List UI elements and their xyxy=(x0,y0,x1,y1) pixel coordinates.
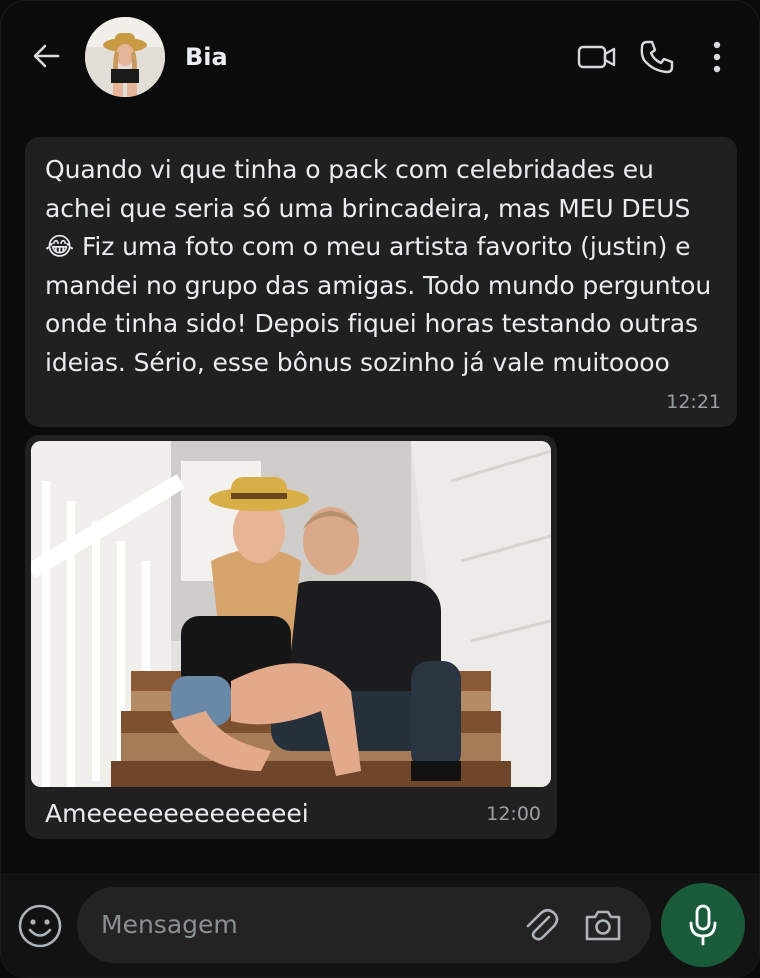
message-input[interactable]: Mensagem xyxy=(77,887,651,963)
emoji-icon[interactable] xyxy=(17,903,63,949)
mic-icon xyxy=(689,904,717,946)
message-list: Quando vi que tinha o pack com celebrida… xyxy=(1,113,759,873)
camera-icon[interactable] xyxy=(583,907,623,943)
more-options-icon[interactable] xyxy=(703,37,731,77)
video-call-icon[interactable] xyxy=(576,39,618,75)
back-arrow-icon[interactable] xyxy=(29,39,63,73)
message-time: 12:21 xyxy=(666,391,721,413)
message-input-placeholder[interactable]: Mensagem xyxy=(101,910,238,939)
contact-name[interactable]: Bia xyxy=(185,43,228,71)
mic-button[interactable] xyxy=(661,883,745,967)
image-caption: Ameeeeeeeeeeeeeei xyxy=(45,799,309,828)
avatar[interactable] xyxy=(85,17,165,97)
chat-screen: Bia Quando vi que tinha o pack com celeb… xyxy=(0,0,760,978)
attach-icon[interactable] xyxy=(521,905,561,945)
voice-call-icon[interactable] xyxy=(637,37,677,77)
message-bubble[interactable]: Quando vi que tinha o pack com celebrida… xyxy=(25,137,737,427)
message-time: 12:00 xyxy=(486,803,541,825)
message-photo[interactable] xyxy=(31,441,551,787)
image-message-bubble[interactable]: Ameeeeeeeeeeeeeei 12:00 xyxy=(25,435,557,839)
chat-header: Bia xyxy=(1,1,759,113)
message-text: Quando vi que tinha o pack com celebrida… xyxy=(45,155,712,377)
composer-bar: Mensagem xyxy=(1,873,759,977)
